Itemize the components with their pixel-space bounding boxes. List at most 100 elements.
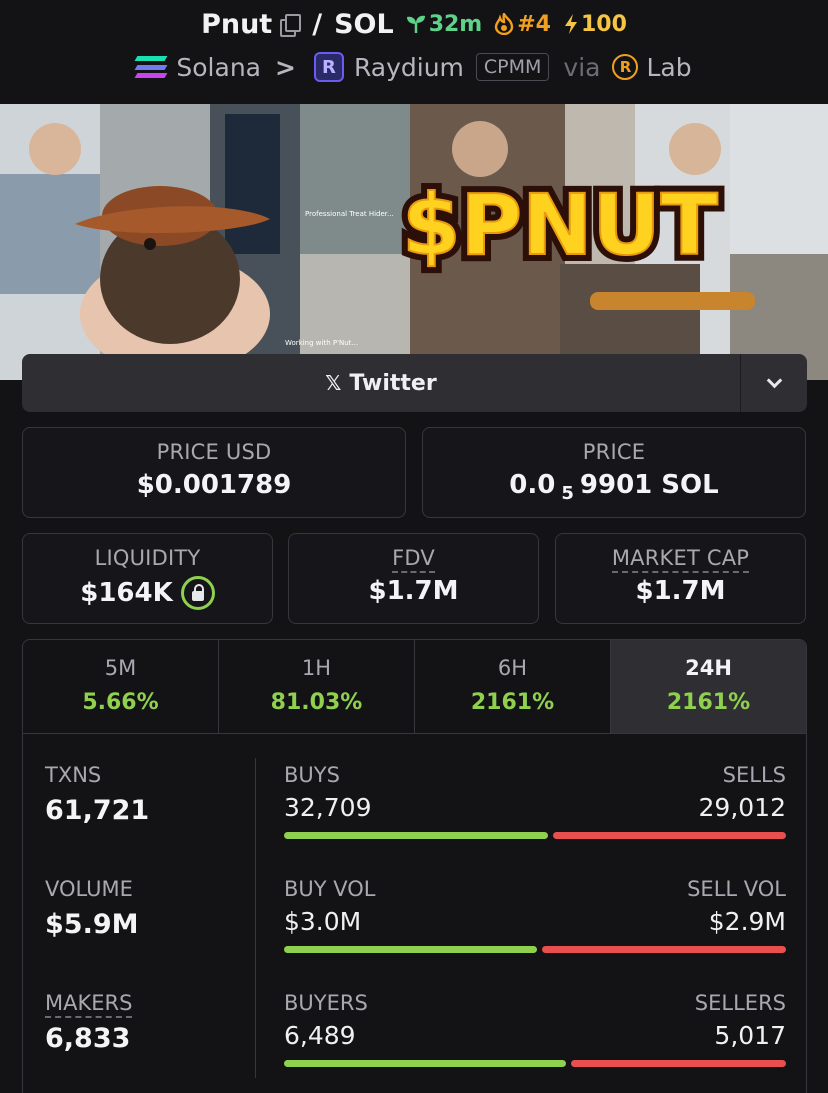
banner-caption-2: Working with P'Nut... <box>285 339 358 347</box>
twitter-button[interactable]: 𝕏 Twitter <box>22 354 740 412</box>
timeframe-tabs: 5M 5.66% 1H 81.03% 6H 2161% 24H 2161% <box>22 639 807 734</box>
raydium-logo-icon: R <box>313 52 344 82</box>
price-native-lead: 0.0 <box>509 470 556 500</box>
makers-stat: MAKERS 6,833 <box>45 991 133 1054</box>
volume-value: $5.9M <box>45 909 139 940</box>
liquidity-label: LIQUIDITY <box>94 546 201 570</box>
tab-5m[interactable]: 5M 5.66% <box>23 640 219 733</box>
base-token-symbol: Pnut <box>201 8 273 40</box>
buy-vol-bar <box>284 946 537 953</box>
solana-logo-icon <box>134 56 168 78</box>
volume-split-row: BUY VOL SELL VOL $3.0M $2.9M <box>284 877 786 953</box>
buyers-sellers-bar <box>284 1060 786 1067</box>
tab-change: 2161% <box>470 690 555 715</box>
pair-separator: / <box>312 8 323 40</box>
token-banner-image: $PNUT $PNUT Professional Treat Hider... … <box>0 104 828 380</box>
fdv-label[interactable]: FDV <box>392 546 435 573</box>
fdv-value: $1.7M <box>368 576 459 606</box>
banner-caption-1: Professional Treat Hider... <box>305 210 394 218</box>
pair-age-value: 32m <box>428 11 483 37</box>
sell-vol-bar <box>542 946 786 953</box>
social-dropdown-button[interactable] <box>740 354 807 412</box>
tab-label: 6H <box>497 656 528 680</box>
price-native-value: 0.0 5 9901 SOL <box>423 470 805 504</box>
panel-divider <box>255 758 256 1078</box>
fdv-card: FDV $1.7M <box>288 533 539 624</box>
boost-value: 100 <box>580 11 627 37</box>
tab-label: 5M <box>104 656 137 680</box>
tab-1h[interactable]: 1H 81.03% <box>219 640 415 733</box>
copy-icon[interactable] <box>280 14 302 37</box>
activity-panel: TXNS 61,721 VOLUME $5.9M MAKERS 6,833 BU… <box>22 733 807 1093</box>
boost-badge: 100 <box>563 12 627 37</box>
buy-vol-value: $3.0M <box>284 907 362 936</box>
lab-logo-icon: R <box>612 54 639 80</box>
sellers-bar <box>571 1060 786 1067</box>
buyers-value: 6,489 <box>284 1021 356 1050</box>
tab-label: 24H <box>685 656 732 680</box>
makers-value: 6,833 <box>45 1023 131 1054</box>
liquidity-value: $164K <box>80 578 173 608</box>
liquidity-card: LIQUIDITY $164K <box>22 533 273 624</box>
buys-label: BUYS <box>284 763 340 787</box>
tab-6h[interactable]: 6H 2161% <box>415 640 611 733</box>
market-cap-label[interactable]: MARKET CAP <box>611 546 750 573</box>
price-native-label: PRICE <box>582 440 646 464</box>
buyers-sellers-row: BUYERS SELLERS 6,489 5,017 <box>284 991 786 1067</box>
pool-type-badge: CPMM <box>475 53 550 81</box>
sell-vol-value: $2.9M <box>708 907 786 936</box>
pair-route: Solana > R Raydium CPMM via R Lab <box>0 48 828 86</box>
tab-change: 81.03% <box>270 690 363 715</box>
chevron-right-icon: > <box>275 52 296 82</box>
seedling-icon <box>406 15 425 33</box>
buy-vol-label: BUY VOL <box>284 877 376 901</box>
volume-label: VOLUME <box>45 877 133 901</box>
txns-label: TXNS <box>45 763 102 787</box>
quote-token-symbol: SOL <box>334 8 394 40</box>
price-usd-card: PRICE USD $0.001789 <box>22 427 406 518</box>
pair-header: Pnut / SOL 32m #4 100 <box>0 4 828 44</box>
launchpad-name[interactable]: Lab <box>646 53 691 82</box>
dex-name[interactable]: Raydium <box>354 53 464 82</box>
price-usd-value: $0.001789 <box>136 470 292 500</box>
sells-label: SELLS <box>722 763 786 787</box>
tab-change: 5.66% <box>82 690 159 715</box>
x-logo-icon: 𝕏 <box>325 371 342 395</box>
makers-label[interactable]: MAKERS <box>45 991 133 1018</box>
flame-icon <box>495 13 514 35</box>
price-native-zeros: 5 <box>561 482 574 504</box>
trending-rank-value: #4 <box>517 11 551 37</box>
liquidity-value-row: $164K <box>23 576 272 610</box>
chevron-down-icon <box>766 372 782 388</box>
chain-name[interactable]: Solana <box>176 53 261 82</box>
tab-24h[interactable]: 24H 2161% <box>611 640 806 733</box>
sells-bar <box>553 832 786 839</box>
market-cap-card: MARKET CAP $1.7M <box>555 533 806 624</box>
txns-stat: TXNS 61,721 <box>45 763 149 826</box>
sellers-label: SELLERS <box>694 991 786 1015</box>
buys-sells-bar <box>284 832 786 839</box>
lock-icon[interactable] <box>180 576 215 610</box>
price-usd-label: PRICE USD <box>156 440 272 464</box>
buyers-bar <box>284 1060 566 1067</box>
volume-split-bar <box>284 946 786 953</box>
social-links-bar: 𝕏 Twitter <box>22 354 807 412</box>
buys-sells-row: BUYS SELLS 32,709 29,012 <box>284 763 786 839</box>
trending-rank-badge: #4 <box>494 12 551 37</box>
bolt-icon <box>564 14 577 34</box>
pnut-logo-fill: $PNUT <box>402 176 718 274</box>
twitter-label: Twitter <box>349 370 437 396</box>
pair-age-badge: 32m <box>406 11 483 37</box>
sells-value: 29,012 <box>698 793 786 822</box>
tab-label: 1H <box>301 656 332 680</box>
tab-change: 2161% <box>666 690 751 715</box>
via-label: via <box>563 52 601 82</box>
buys-value: 32,709 <box>284 793 372 822</box>
sell-vol-label: SELL VOL <box>687 877 786 901</box>
market-cap-value: $1.7M <box>635 576 726 606</box>
buyers-label: BUYERS <box>284 991 368 1015</box>
volume-stat: VOLUME $5.9M <box>45 877 139 940</box>
price-native-card: PRICE 0.0 5 9901 SOL <box>422 427 806 518</box>
price-native-tail: 9901 SOL <box>579 470 719 500</box>
sellers-value: 5,017 <box>714 1021 786 1050</box>
